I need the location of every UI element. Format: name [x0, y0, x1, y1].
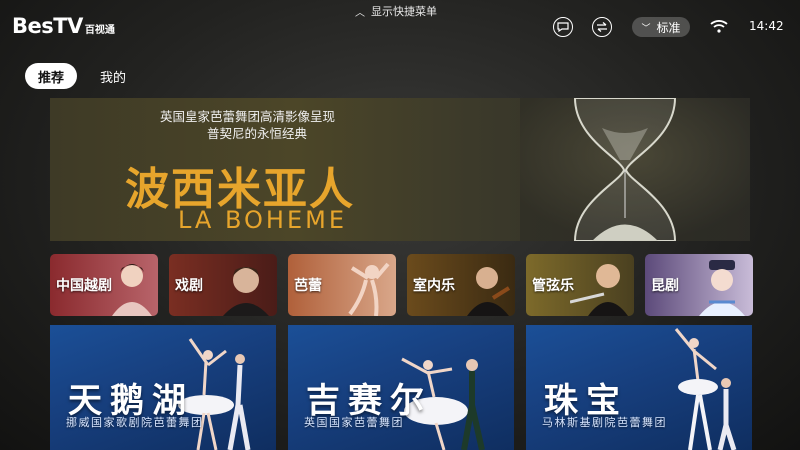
banner-title-en: LA BOHEME: [178, 206, 347, 234]
performer-image: [348, 262, 390, 316]
category-row: 中国越剧 戏剧 芭蕾 室内乐 管弦乐 昆剧: [50, 254, 753, 316]
performer-image: [570, 264, 628, 316]
top-bar: BesTV 百视通 ︿ 显示快捷菜单 ﹀ 标准 14:42: [0, 0, 800, 60]
clock: 14:42: [749, 19, 784, 33]
card-subtitle: 英国国家芭蕾舞团: [304, 416, 404, 429]
category-yue-opera[interactable]: 中国越剧: [50, 254, 158, 316]
category-label: 昆剧: [651, 278, 679, 294]
quality-selector[interactable]: ﹀ 标准: [632, 17, 690, 37]
performer-image: [112, 264, 152, 316]
content-card-row: 天鹅湖 挪威国家歌剧院芭蕾舞团 吉赛尔 英国国家芭蕾舞团 珠宝 马林斯基剧院芭蕾…: [50, 325, 752, 450]
category-kun-opera[interactable]: 昆剧: [645, 254, 753, 316]
category-label: 中国越剧: [56, 278, 112, 294]
content-card[interactable]: 吉赛尔 英国国家芭蕾舞团: [288, 325, 514, 450]
category-label: 室内乐: [413, 278, 455, 294]
banner-subtitle-line1: 英国皇家芭蕾舞团高清影像呈现: [160, 109, 336, 124]
category-orchestra[interactable]: 管弦乐: [526, 254, 634, 316]
card-subtitle: 挪威国家歌剧院芭蕾舞团: [66, 416, 204, 429]
dancer-image: [674, 328, 737, 450]
tab-bar: 推荐 我的: [25, 63, 149, 89]
quality-label: 标准: [656, 20, 681, 35]
tab-recommend[interactable]: 推荐: [25, 63, 78, 89]
performer-image: [699, 260, 745, 316]
hourglass-image: [520, 98, 750, 241]
card-subtitle: 马林斯基剧院芭蕾舞团: [542, 416, 667, 429]
tab-mine[interactable]: 我的: [87, 63, 139, 89]
performer-image: [467, 267, 511, 316]
banner-subtitle-line2: 普契尼的永恒经典: [207, 126, 308, 141]
category-drama[interactable]: 戏剧: [169, 254, 277, 316]
message-icon[interactable]: [553, 17, 573, 37]
category-chamber-music[interactable]: 室内乐: [407, 254, 515, 316]
category-label: 戏剧: [175, 278, 203, 294]
status-area: ﹀ 标准 14:42: [0, 17, 800, 39]
category-label: 管弦乐: [532, 278, 574, 294]
hero-banner[interactable]: 英国皇家芭蕾舞团高清影像呈现 普契尼的永恒经典 波西米亚人 LA BOHEME: [50, 98, 750, 241]
category-ballet[interactable]: 芭蕾: [288, 254, 396, 316]
performer-image: [223, 267, 269, 316]
category-label: 芭蕾: [294, 278, 322, 294]
content-card[interactable]: 天鹅湖 挪威国家歌剧院芭蕾舞团: [50, 325, 276, 450]
chevron-down-icon: ﹀: [641, 23, 651, 34]
content-card[interactable]: 珠宝 马林斯基剧院芭蕾舞团: [526, 325, 752, 450]
banner-subtitle: 英国皇家芭蕾舞团高清影像呈现 普契尼的永恒经典: [160, 108, 335, 142]
wifi-icon: [710, 18, 728, 37]
switch-icon[interactable]: [592, 17, 612, 37]
